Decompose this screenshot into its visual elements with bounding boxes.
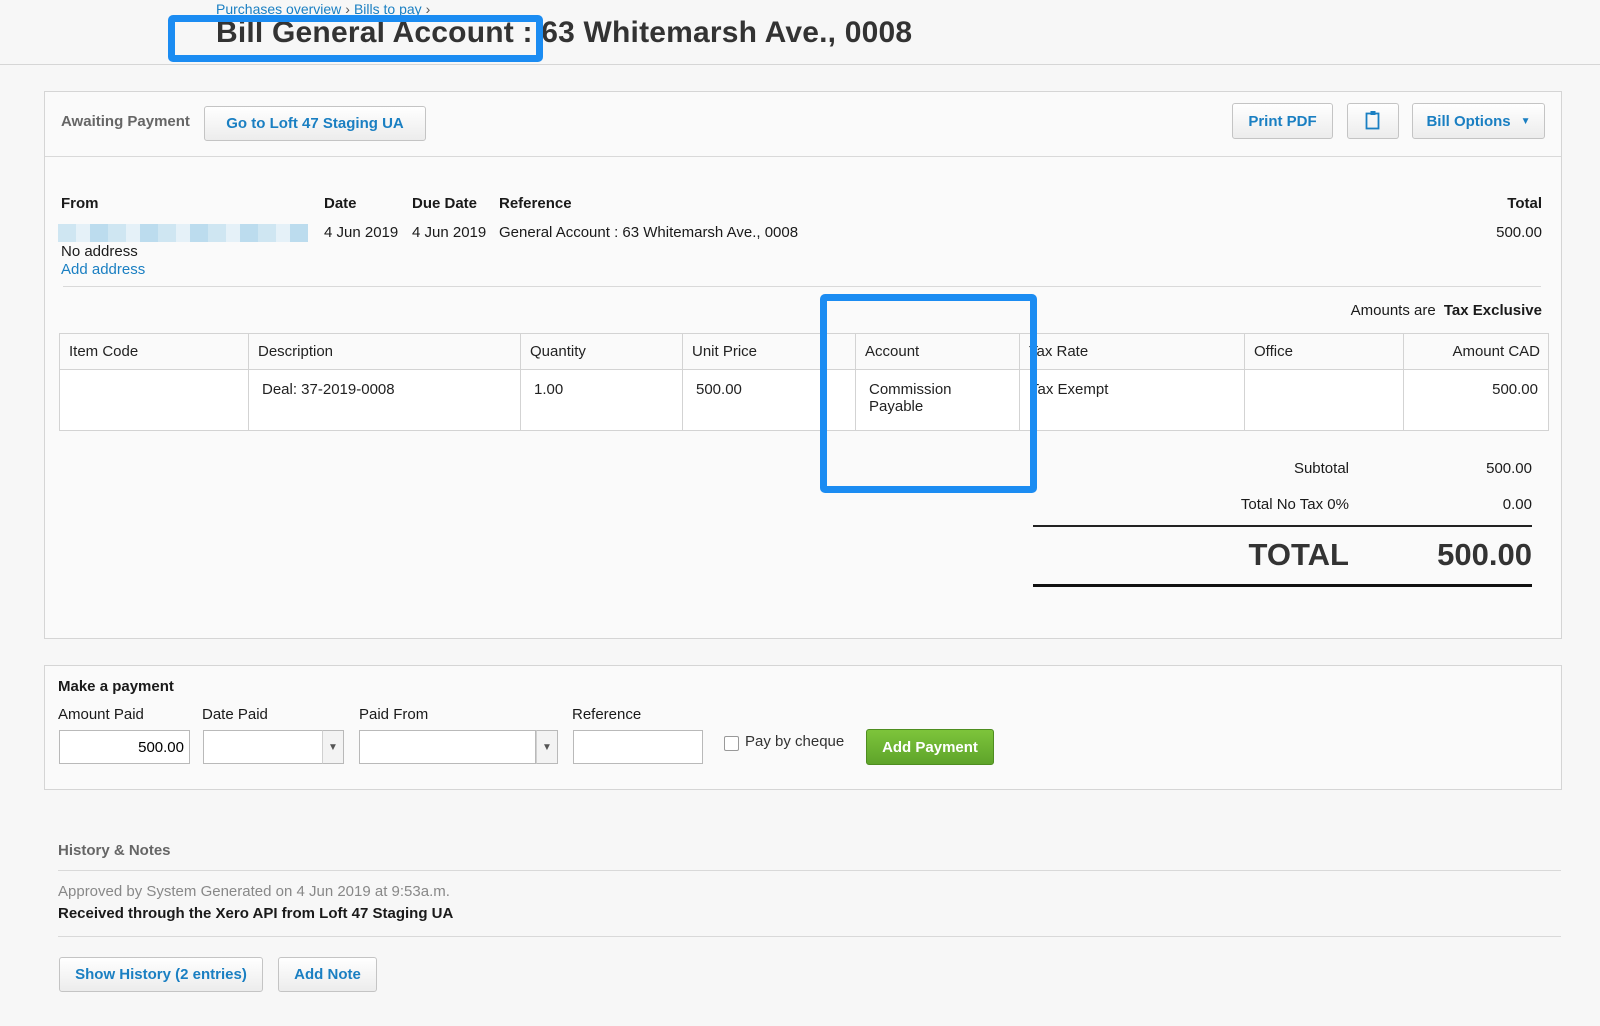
subtotal-label: Subtotal — [1293, 460, 1349, 477]
amount-paid-input[interactable] — [59, 730, 190, 764]
history-divider-bottom — [58, 936, 1561, 937]
no-address: No address — [61, 243, 138, 260]
amounts-note-prefix: Amounts are — [1350, 302, 1436, 319]
pay-by-cheque-checkbox[interactable] — [724, 736, 739, 751]
table-header-row: Item Code Description Quantity Unit Pric… — [59, 333, 1549, 370]
highlight-box-title — [168, 15, 543, 62]
amounts-mode[interactable]: Tax Exclusive — [1444, 302, 1542, 319]
highlight-box-account — [820, 294, 1037, 493]
payment-reference-label: Reference — [572, 706, 642, 723]
amount-paid-label: Amount Paid — [58, 706, 144, 723]
redacted-contact — [58, 224, 308, 242]
col-header-quantity: Quantity — [520, 333, 683, 370]
col-header-unit-price: Unit Price — [682, 333, 821, 370]
history-entry-approved: Approved by System Generated on 4 Jun 20… — [58, 883, 450, 900]
history-divider — [58, 870, 1561, 871]
grand-total-label: TOTAL — [1248, 537, 1349, 572]
history-entry-received: Received through the Xero API from Loft … — [58, 905, 454, 922]
print-pdf-button[interactable]: Print PDF — [1232, 103, 1333, 139]
add-payment-button[interactable]: Add Payment — [866, 729, 994, 765]
total-value: 500.00 — [1496, 224, 1542, 241]
history-title: History & Notes — [58, 842, 171, 859]
cell-quantity[interactable]: 1.00 — [520, 369, 683, 431]
amounts-note: Amounts are Tax Exclusive — [1351, 302, 1542, 319]
caret-down-icon: ▼ — [542, 741, 552, 753]
grand-total-value: 500.00 — [1437, 537, 1532, 572]
reference-label: Reference — [499, 195, 572, 212]
goto-org-button[interactable]: Go to Loft 47 Staging UA — [204, 106, 426, 141]
due-date-value: 4 Jun 2019 — [412, 224, 487, 241]
pay-by-cheque-label[interactable]: Pay by cheque — [745, 733, 844, 750]
status-badge: Awaiting Payment — [61, 113, 190, 130]
date-paid-dropdown[interactable]: ▼ — [322, 730, 344, 764]
cell-tax-rate[interactable]: Tax Exempt — [1019, 369, 1245, 431]
bill-options-button[interactable]: Bill Options ▼ — [1412, 103, 1545, 139]
col-header-tax-rate: Tax Rate — [1019, 333, 1245, 370]
col-header-office: Office — [1244, 333, 1404, 370]
summary-divider — [63, 286, 1541, 287]
cell-description[interactable]: Deal: 37-2019-0008 — [248, 369, 521, 431]
cell-office[interactable] — [1244, 369, 1404, 431]
table-row[interactable]: Deal: 37-2019-0008 1.00 500.00 Commissio… — [59, 369, 1549, 431]
cell-amount: 500.00 — [1403, 369, 1549, 431]
copy-icon — [1365, 111, 1380, 130]
paid-from-label: Paid From — [359, 706, 429, 723]
bill-options-label: Bill Options — [1426, 112, 1511, 130]
date-value: 4 Jun 2019 — [324, 224, 399, 241]
caret-down-icon: ▼ — [328, 741, 338, 753]
cell-unit-price[interactable]: 500.00 — [682, 369, 821, 431]
line-items-table: Item Code Description Quantity Unit Pric… — [59, 333, 1549, 431]
totals-rule-top — [1033, 525, 1532, 527]
date-label: Date — [324, 195, 357, 212]
totals-rule-bottom — [1033, 584, 1532, 587]
cell-item-code[interactable] — [59, 369, 249, 431]
payment-title: Make a payment — [58, 678, 174, 695]
tax-label: Total No Tax 0% — [1240, 496, 1349, 513]
col-header-item-code: Item Code — [59, 333, 249, 370]
caret-down-icon: ▼ — [1520, 115, 1531, 127]
paid-from-dropdown[interactable]: ▼ — [536, 730, 558, 764]
total-label: Total — [1507, 195, 1542, 212]
due-date-label: Due Date — [412, 195, 478, 212]
payment-reference-input[interactable] — [573, 730, 703, 764]
toolbar-divider — [45, 156, 1561, 157]
col-header-amount: Amount CAD — [1403, 333, 1549, 370]
date-paid-label: Date Paid — [202, 706, 268, 723]
copy-button[interactable] — [1347, 103, 1399, 139]
reference-value: General Account : 63 Whitemarsh Ave., 00… — [499, 224, 799, 241]
add-note-button[interactable]: Add Note — [278, 957, 377, 992]
paid-from-input[interactable] — [359, 730, 536, 764]
subtotal-value: 500.00 — [1486, 460, 1532, 477]
date-paid-input[interactable] — [203, 730, 323, 764]
col-header-description: Description — [248, 333, 521, 370]
show-history-button[interactable]: Show History (2 entries) — [59, 957, 263, 992]
from-label: From — [61, 195, 99, 212]
tax-value: 0.00 — [1502, 496, 1532, 513]
payment-panel — [44, 665, 1562, 790]
add-address-link[interactable]: Add address — [61, 261, 145, 278]
